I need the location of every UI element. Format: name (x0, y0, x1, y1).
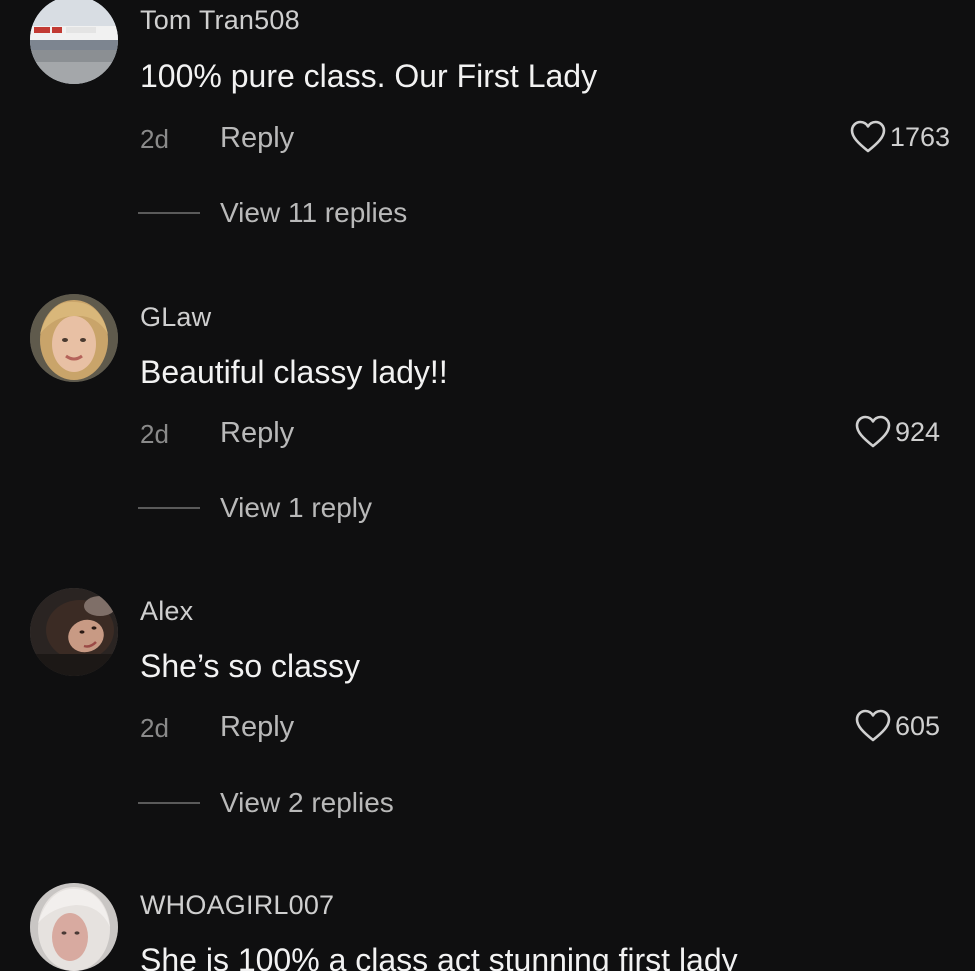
reply-button[interactable]: Reply (220, 711, 294, 744)
reply-button[interactable]: Reply (220, 417, 294, 450)
view-replies-label: View 1 reply (220, 492, 373, 523)
comment-text: She is 100% a class act stunning first l… (140, 942, 738, 971)
username[interactable]: GLaw (140, 302, 211, 333)
avatar[interactable] (30, 294, 118, 382)
divider-line (138, 212, 200, 214)
avatar[interactable] (30, 0, 118, 84)
storefront-photo-avatar (30, 0, 118, 84)
view-replies-button[interactable]: View 1 reply (138, 490, 372, 526)
like-button[interactable]: 605 (855, 709, 940, 743)
username[interactable]: Tom Tran508 (140, 5, 300, 36)
timestamp: 2d (140, 713, 169, 743)
view-replies-button[interactable]: View 11 replies (138, 195, 407, 231)
reply-button[interactable]: Reply (220, 122, 294, 155)
avatar[interactable] (30, 588, 118, 676)
like-button[interactable]: 924 (855, 415, 940, 449)
username[interactable]: Alex (140, 596, 193, 627)
heart-icon (855, 415, 891, 449)
heart-icon (850, 120, 886, 154)
dark-hair-woman-photo-avatar (30, 588, 118, 676)
like-button[interactable]: 1763 (850, 120, 950, 154)
divider-line (138, 507, 200, 509)
like-count: 924 (894, 416, 940, 447)
comment-meta: 2d Reply 605 (140, 709, 960, 753)
comment-text: 100% pure class. Our First Lady (140, 58, 598, 94)
view-replies-label: View 2 replies (220, 787, 394, 818)
like-count: 605 (894, 710, 940, 741)
comment-meta: 2d Reply 924 (140, 415, 960, 459)
view-replies-button[interactable]: View 2 replies (138, 785, 394, 821)
comment-text: Beautiful classy lady!! (140, 354, 448, 390)
heart-icon (855, 709, 891, 743)
comments-screen: Tom Tran508 100% pure class. Our First L… (0, 0, 975, 971)
comment-text: She’s so classy (140, 648, 360, 684)
username[interactable]: WHOAGIRL007 (140, 890, 334, 921)
timestamp: 2d (140, 419, 169, 449)
view-replies-label: View 11 replies (220, 197, 408, 228)
timestamp: 2d (140, 124, 169, 154)
comment-meta: 2d Reply 1763 (140, 120, 960, 164)
divider-line (138, 802, 200, 804)
light-hair-woman-photo-avatar (30, 883, 118, 971)
avatar[interactable] (30, 883, 118, 971)
like-count: 1763 (889, 121, 950, 152)
blonde-woman-photo-avatar (30, 294, 118, 382)
